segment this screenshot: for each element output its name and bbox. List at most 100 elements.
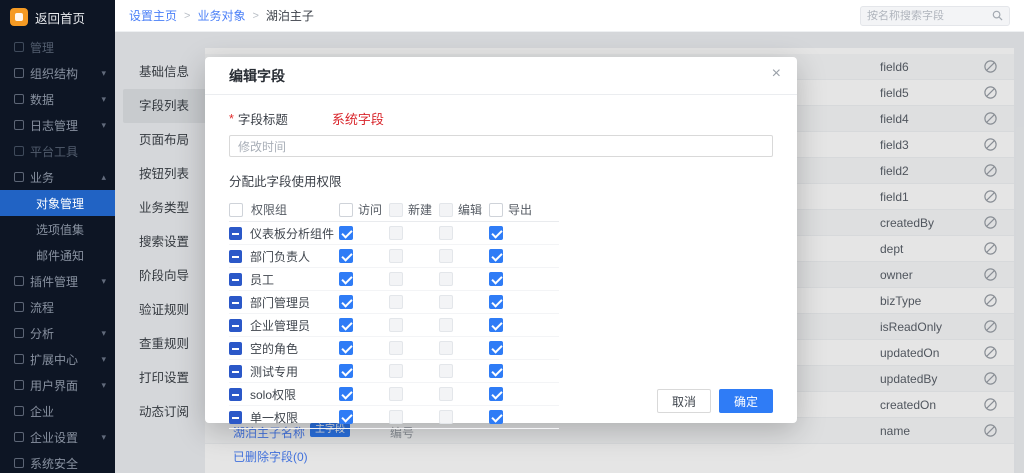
- column-header: 编辑: [458, 201, 482, 218]
- permission-row: 测试专用: [229, 360, 559, 383]
- close-icon[interactable]: ×: [772, 66, 781, 82]
- permission-row: 仪表板分析组件: [229, 222, 559, 245]
- create-checkbox: [389, 410, 403, 424]
- sidebar-item-plugins[interactable]: 插件管理 ▾: [0, 268, 115, 294]
- app-logo-icon: [10, 8, 28, 26]
- select-all-export-checkbox[interactable]: [489, 203, 503, 217]
- select-all-groups-checkbox[interactable]: [229, 203, 243, 217]
- sidebar-home-label: 返回首页: [35, 8, 85, 27]
- export-checkbox[interactable]: [489, 387, 503, 401]
- sidebar-item-analysis[interactable]: 分析 ▾: [0, 320, 115, 346]
- access-checkbox[interactable]: [339, 387, 353, 401]
- group-name: 空的角色: [250, 340, 298, 357]
- group-name: 单一权限: [250, 409, 298, 426]
- modal-footer: 取消 确定: [657, 389, 773, 413]
- create-checkbox: [389, 341, 403, 355]
- export-checkbox[interactable]: [489, 226, 503, 240]
- group-checkbox[interactable]: [229, 388, 242, 401]
- sidebar-item-platform-tools[interactable]: 平台工具: [0, 138, 115, 164]
- access-checkbox[interactable]: [339, 249, 353, 263]
- search-icon: [992, 10, 1003, 21]
- export-checkbox[interactable]: [489, 364, 503, 378]
- create-checkbox: [389, 226, 403, 240]
- group-name: 员工: [250, 271, 274, 288]
- export-checkbox[interactable]: [489, 272, 503, 286]
- admin-icon: [14, 42, 24, 52]
- required-asterisk: *: [229, 112, 234, 126]
- field-title-label-row: * 字段标题 系统字段: [229, 109, 773, 128]
- breadcrumb-separator-icon: >: [184, 10, 190, 22]
- select-all-access-checkbox[interactable]: [339, 203, 353, 217]
- sidebar-item-label: 流程: [30, 299, 54, 316]
- sidebar-item-business[interactable]: 业务 ▴: [0, 164, 115, 190]
- chevron-down-icon: ▾: [101, 354, 106, 365]
- app-window: 返回首页 管理 组织结构 ▾ 数据 ▾ 日志管理 ▾ 平台工具 业务 ▴: [0, 0, 1024, 473]
- edit-checkbox: [439, 364, 453, 378]
- sidebar-item-object-management[interactable]: 对象管理: [0, 190, 115, 216]
- chevron-down-icon: ▾: [101, 380, 106, 391]
- data-icon: [14, 94, 24, 104]
- access-checkbox[interactable]: [339, 364, 353, 378]
- access-checkbox[interactable]: [339, 226, 353, 240]
- permission-row: 员工: [229, 268, 559, 291]
- field-search-box[interactable]: [860, 6, 1010, 26]
- export-checkbox[interactable]: [489, 295, 503, 309]
- sidebar-item-data[interactable]: 数据 ▾: [0, 86, 115, 112]
- sidebar-item-enterprise[interactable]: 企业: [0, 398, 115, 424]
- sidebar-item-admin[interactable]: 管理: [0, 34, 115, 60]
- sidebar-item-label: 选项值集: [36, 221, 84, 238]
- sidebar-item-label: 数据: [30, 91, 54, 108]
- group-name: 企业管理员: [250, 317, 310, 334]
- group-checkbox[interactable]: [229, 319, 242, 332]
- access-checkbox[interactable]: [339, 410, 353, 424]
- permission-table-header: 权限组 访问 新建 编辑: [229, 198, 559, 222]
- breadcrumb-home-link[interactable]: 设置主页: [129, 7, 177, 24]
- group-checkbox[interactable]: [229, 250, 242, 263]
- access-checkbox[interactable]: [339, 341, 353, 355]
- export-checkbox[interactable]: [489, 249, 503, 263]
- field-title-input[interactable]: [229, 135, 773, 157]
- sidebar-item-logs[interactable]: 日志管理 ▾: [0, 112, 115, 138]
- sidebar: 返回首页 管理 组织结构 ▾ 数据 ▾ 日志管理 ▾ 平台工具 业务 ▴: [0, 0, 115, 473]
- access-checkbox[interactable]: [339, 295, 353, 309]
- access-checkbox[interactable]: [339, 318, 353, 332]
- sidebar-item-option-sets[interactable]: 选项值集: [0, 216, 115, 242]
- breadcrumb-section-link[interactable]: 业务对象: [197, 7, 245, 24]
- group-checkbox[interactable]: [229, 411, 242, 424]
- column-header: 导出: [508, 201, 532, 218]
- column-header: 权限组: [251, 201, 287, 218]
- sidebar-item-system-security[interactable]: 系统安全: [0, 450, 115, 473]
- group-checkbox[interactable]: [229, 273, 242, 286]
- group-name: 部门管理员: [250, 294, 310, 311]
- column-header: 访问: [358, 201, 382, 218]
- sidebar-item-extensions[interactable]: 扩展中心 ▾: [0, 346, 115, 372]
- sidebar-item-label: 管理: [30, 39, 54, 56]
- sidebar-home-button[interactable]: 返回首页: [0, 0, 115, 34]
- sidebar-item-org-structure[interactable]: 组织结构 ▾: [0, 60, 115, 86]
- export-checkbox[interactable]: [489, 341, 503, 355]
- group-checkbox[interactable]: [229, 227, 242, 240]
- field-search-input[interactable]: [867, 10, 992, 22]
- modal-body: * 字段标题 系统字段 分配此字段使用权限 权限组 访问: [205, 95, 797, 429]
- export-checkbox[interactable]: [489, 318, 503, 332]
- workflow-icon: [14, 302, 24, 312]
- create-checkbox: [389, 295, 403, 309]
- sidebar-item-workflow[interactable]: 流程: [0, 294, 115, 320]
- system-security-icon: [14, 458, 24, 468]
- export-checkbox[interactable]: [489, 410, 503, 424]
- access-checkbox[interactable]: [339, 272, 353, 286]
- system-field-annotation: 系统字段: [332, 109, 384, 128]
- create-checkbox: [389, 387, 403, 401]
- sidebar-item-user-interface[interactable]: 用户界面 ▾: [0, 372, 115, 398]
- logs-icon: [14, 120, 24, 130]
- group-checkbox[interactable]: [229, 365, 242, 378]
- group-checkbox[interactable]: [229, 342, 242, 355]
- sidebar-item-enterprise-settings[interactable]: 企业设置 ▾: [0, 424, 115, 450]
- group-checkbox[interactable]: [229, 296, 242, 309]
- sidebar-item-mail-notification[interactable]: 邮件通知: [0, 242, 115, 268]
- sidebar-item-label: 组织结构: [30, 65, 78, 82]
- ok-button[interactable]: 确定: [719, 389, 773, 413]
- cancel-button[interactable]: 取消: [657, 389, 711, 413]
- edit-checkbox: [439, 341, 453, 355]
- edit-checkbox: [439, 295, 453, 309]
